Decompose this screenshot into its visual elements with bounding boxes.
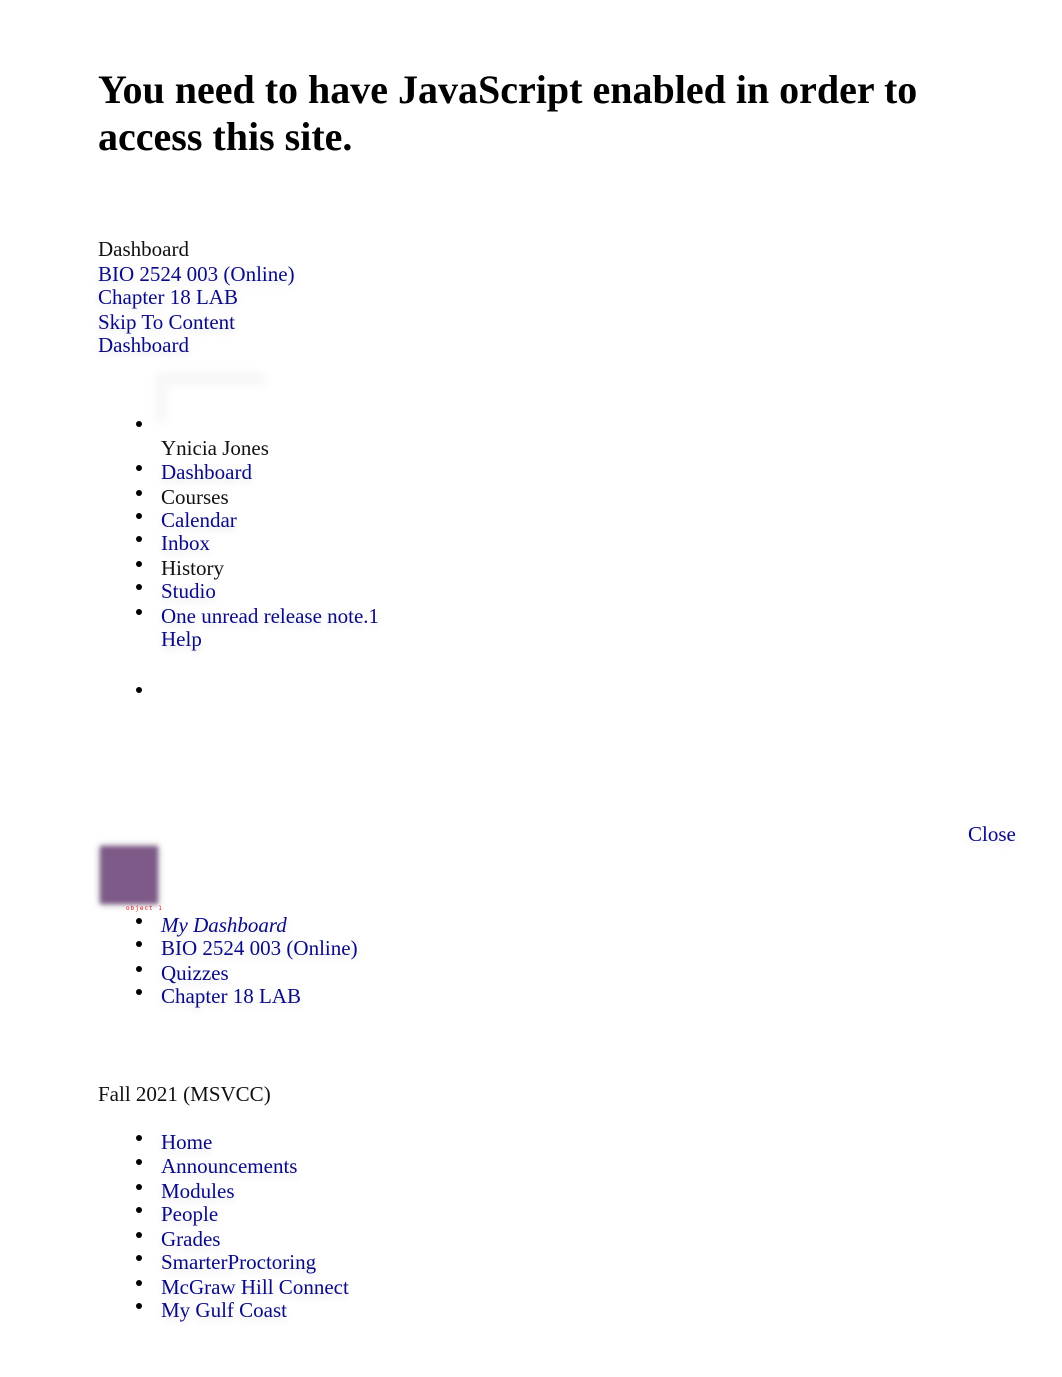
list-bullet — [136, 513, 142, 519]
global-nav-calendar[interactable]: Calendar — [161, 508, 237, 532]
list-bullet — [136, 941, 142, 947]
global-nav-history[interactable]: History — [161, 556, 224, 580]
list-bullet — [136, 1184, 142, 1190]
breadcrumb-quizzes[interactable]: Quizzes — [161, 961, 229, 985]
course-nav-mcgraw-hill-connect[interactable]: McGraw Hill Connect — [161, 1275, 349, 1299]
logo-placeholder — [155, 372, 265, 386]
user-avatar-icon[interactable] — [100, 846, 158, 904]
release-notes-link[interactable]: One unread release note.1 — [161, 604, 379, 628]
list-bullet — [136, 561, 142, 567]
logo-placeholder-bar — [155, 386, 167, 422]
course-nav-grades[interactable]: Grades — [161, 1227, 220, 1251]
javascript-required-heading: You need to have JavaScript enabled in o… — [98, 67, 918, 159]
global-nav-inbox[interactable]: Inbox — [161, 531, 210, 555]
breadcrumb-my-dashboard[interactable]: My Dashboard — [161, 913, 287, 937]
course-nav-home[interactable]: Home — [161, 1130, 212, 1154]
list-bullet — [136, 584, 142, 590]
help-link[interactable]: Help — [161, 627, 202, 651]
breadcrumb-my-dashboard-label: My Dashboard — [161, 913, 287, 937]
list-bullet — [136, 490, 142, 496]
course-nav-modules[interactable]: Modules — [161, 1179, 235, 1203]
list-bullet — [136, 465, 142, 471]
list-bullet — [136, 1303, 142, 1309]
list-bullet — [136, 536, 142, 542]
list-bullet — [136, 1159, 142, 1165]
list-bullet — [136, 421, 142, 427]
list-bullet — [136, 1207, 142, 1213]
global-nav-courses[interactable]: Courses — [161, 485, 229, 509]
course-nav-people[interactable]: People — [161, 1202, 218, 1226]
dashboard-label: Dashboard — [98, 237, 189, 261]
object-label: object 1 — [126, 905, 163, 912]
dashboard-link[interactable]: Dashboard — [98, 333, 189, 357]
breadcrumb-assignment[interactable]: Chapter 18 LAB — [161, 984, 301, 1008]
list-bullet — [136, 1232, 142, 1238]
global-nav-dashboard[interactable]: Dashboard — [161, 460, 252, 484]
list-bullet-empty — [136, 687, 142, 693]
course-nav-my-gulf-coast[interactable]: My Gulf Coast — [161, 1298, 287, 1322]
list-bullet — [136, 1280, 142, 1286]
user-name: Ynicia Jones — [161, 436, 269, 460]
breadcrumb-course[interactable]: BIO 2524 003 (Online) — [161, 936, 358, 960]
close-button[interactable]: Close — [968, 822, 1016, 846]
global-nav-studio[interactable]: Studio — [161, 579, 216, 603]
list-bullet — [136, 1255, 142, 1261]
term-label: Fall 2021 (MSVCC) — [98, 1082, 271, 1106]
list-bullet — [136, 609, 142, 615]
list-bullet — [136, 1135, 142, 1141]
list-bullet — [136, 989, 142, 995]
list-bullet — [136, 918, 142, 924]
skip-to-content-link[interactable]: Skip To Content — [98, 310, 235, 334]
course-link[interactable]: BIO 2524 003 (Online) — [98, 262, 295, 286]
course-nav-announcements[interactable]: Announcements — [161, 1154, 297, 1178]
course-nav-smarterproctoring[interactable]: SmarterProctoring — [161, 1250, 316, 1274]
list-bullet — [136, 966, 142, 972]
assignment-link[interactable]: Chapter 18 LAB — [98, 285, 238, 309]
